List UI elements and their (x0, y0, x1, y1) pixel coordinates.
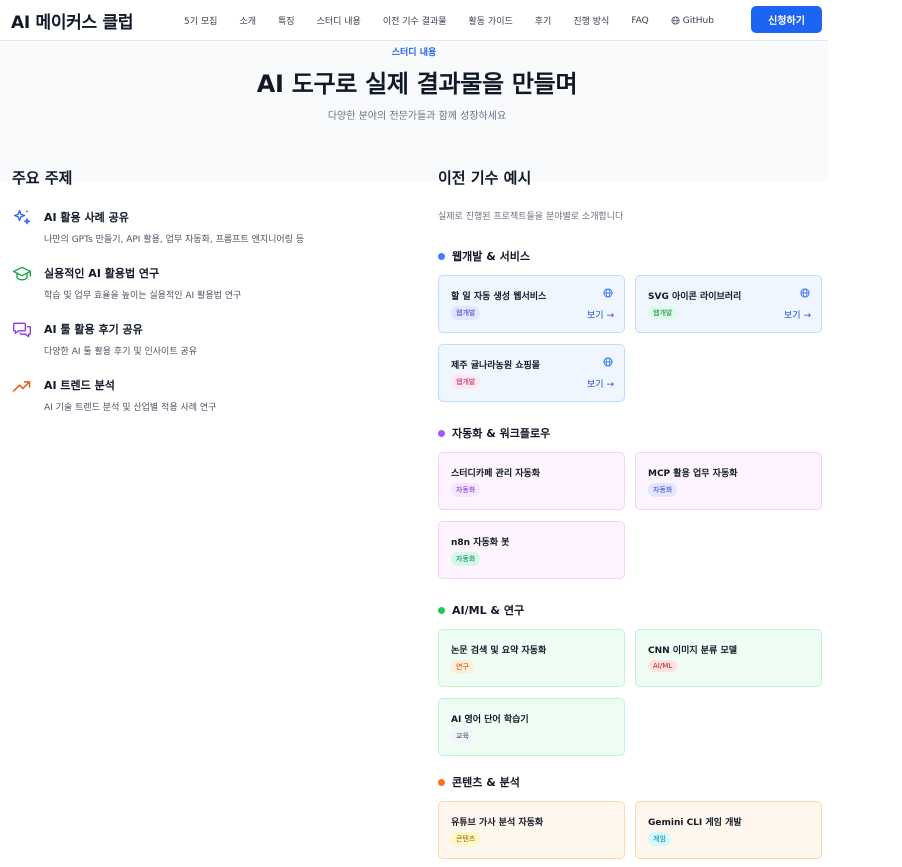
card-title: n8n 자동화 봇 (451, 538, 510, 548)
category-ai-ml: AI/ML & 연구 (438, 602, 524, 618)
top-navbar: AI 메이커스 클럽 5기 모집 소개 특징 스터디 내용 이전 기수 결과물 … (0, 0, 828, 41)
project-card[interactable]: AI 영어 단어 학습기 교육 (438, 698, 625, 756)
category-label: AI/ML & 연구 (452, 604, 525, 617)
examples-heading: 이전 기수 예시 (438, 169, 532, 187)
card-title: 논문 검색 및 요약 자동화 (451, 646, 547, 656)
project-card[interactable]: 제주 귤나라농원 쇼핑몰 웹개발 보기 → (438, 344, 625, 402)
nav-item-process[interactable]: 진행 방식 (573, 14, 609, 27)
site-logo[interactable]: AI 메이커스 클럽 (11, 8, 133, 33)
project-card[interactable]: SVG 아이콘 라이브러리 웹개발 보기 → (635, 275, 822, 333)
section-subtitle: 다양한 분야의 전문가들과 함께 성장하세요 (327, 111, 507, 122)
topics-heading: 주요 주제 (12, 169, 73, 187)
topic-description: AI 기술 트렌드 분석 및 산업별 적용 사례 연구 (44, 403, 217, 413)
topic-description: 다양한 AI 툴 활용 후기 및 인사이트 공유 (44, 347, 198, 357)
topic-description: 나만의 GPTs 만들기, API 활용, 업무 자동화, 프롬프트 엔지니어링… (44, 235, 305, 245)
nav-item-features[interactable]: 특징 (278, 14, 295, 27)
project-card[interactable]: 논문 검색 및 요약 자동화 연구 (438, 629, 625, 687)
card-badge: 게임 (648, 832, 671, 846)
card-badge: 웹개발 (451, 375, 481, 389)
card-badge: 웹개발 (451, 306, 481, 320)
category-label: 웹개발 & 서비스 (452, 250, 530, 263)
category-web: 웹개발 & 서비스 (438, 248, 530, 264)
project-card[interactable]: MCP 활용 업무 자동화 자동화 (635, 452, 822, 510)
card-badge: 콘텐츠 (451, 832, 481, 846)
category-dot (438, 778, 445, 786)
card-badge: 자동화 (451, 483, 481, 497)
card-badge: 연구 (451, 660, 474, 674)
section-title: AI 도구로 실제 결과물을 만들며 (256, 70, 578, 98)
globe-icon[interactable] (603, 357, 613, 367)
card-badge: 자동화 (451, 552, 481, 566)
nav-item-intro[interactable]: 소개 (239, 14, 256, 27)
category-content: 콘텐츠 & 분석 (438, 774, 520, 790)
project-card[interactable]: Gemini CLI 게임 개발 게임 (635, 801, 822, 859)
card-badge: 웹개발 (648, 306, 678, 320)
card-title: 스터디카페 관리 자동화 (451, 469, 541, 479)
graduation-cap-icon (13, 266, 32, 281)
category-label: 자동화 & 워크플로우 (452, 427, 551, 440)
nav-item-recruit[interactable]: 5기 모집 (184, 14, 217, 27)
card-title: 할 일 자동 생성 웹서비스 (451, 292, 547, 302)
chat-bubbles-icon (13, 322, 32, 338)
category-dot (438, 429, 445, 437)
github-label: GitHub (682, 15, 714, 26)
topic-title: AI 툴 활용 후기 공유 (44, 323, 143, 336)
category-automation: 자동화 & 워크플로우 (438, 425, 550, 441)
category-label: 콘텐츠 & 분석 (452, 776, 520, 789)
card-title: 제주 귤나라농원 쇼핑몰 (451, 361, 541, 371)
nav-item-study-content[interactable]: 스터디 내용 (317, 14, 361, 27)
view-link[interactable]: 보기 → (587, 377, 614, 390)
nav-item-previous-results[interactable]: 이전 기수 결과물 (383, 14, 447, 27)
topic-title: AI 트렌드 분석 (44, 379, 115, 392)
section-eyebrow: 스터디 내용 (391, 48, 437, 58)
project-card[interactable]: CNN 이미지 분류 모델 AI/ML (635, 629, 822, 687)
card-title: SVG 아이콘 라이브러리 (648, 292, 742, 302)
view-link[interactable]: 보기 → (587, 308, 614, 321)
card-badge: 교육 (451, 729, 474, 743)
topic-description: 학습 및 업무 효율을 높이는 실용적인 AI 활용법 연구 (44, 291, 242, 301)
card-title: Gemini CLI 게임 개발 (648, 818, 742, 828)
trend-up-icon (12, 381, 31, 392)
nav-item-faq[interactable]: FAQ (631, 16, 648, 26)
globe-icon (671, 16, 680, 25)
globe-icon[interactable] (603, 288, 613, 298)
view-link[interactable]: 보기 → (784, 308, 811, 321)
card-title: CNN 이미지 분류 모델 (648, 646, 738, 656)
card-badge: AI/ML (648, 660, 678, 672)
project-card[interactable]: 유튜브 가사 분석 자동화 콘텐츠 (438, 801, 625, 859)
globe-icon[interactable] (800, 288, 810, 298)
apply-button[interactable]: 신청하기 (751, 6, 822, 33)
category-dot (438, 606, 445, 614)
nav-item-activity-guide[interactable]: 활동 가이드 (469, 14, 513, 27)
sparkles-icon (13, 209, 31, 225)
topic-title: 실용적인 AI 활용법 연구 (44, 267, 160, 280)
card-title: MCP 활용 업무 자동화 (648, 469, 738, 479)
main-nav: 5기 모집 소개 특징 스터디 내용 이전 기수 결과물 활동 가이드 후기 진… (184, 0, 736, 41)
examples-subtitle: 실제로 진행된 프로젝트들을 분야별로 소개합니다 (438, 212, 624, 222)
category-dot (438, 252, 445, 260)
project-card[interactable]: 할 일 자동 생성 웹서비스 웹개발 보기 → (438, 275, 625, 333)
nav-item-reviews[interactable]: 후기 (535, 14, 552, 27)
project-card[interactable]: 스터디카페 관리 자동화 자동화 (438, 452, 625, 510)
topic-title: AI 활용 사례 공유 (44, 211, 129, 224)
project-card[interactable]: n8n 자동화 봇 자동화 (438, 521, 625, 579)
card-title: 유튜브 가사 분석 자동화 (451, 818, 544, 828)
card-badge: 자동화 (648, 483, 678, 497)
card-title: AI 영어 단어 학습기 (451, 715, 529, 725)
nav-item-github[interactable]: GitHub (671, 16, 714, 26)
